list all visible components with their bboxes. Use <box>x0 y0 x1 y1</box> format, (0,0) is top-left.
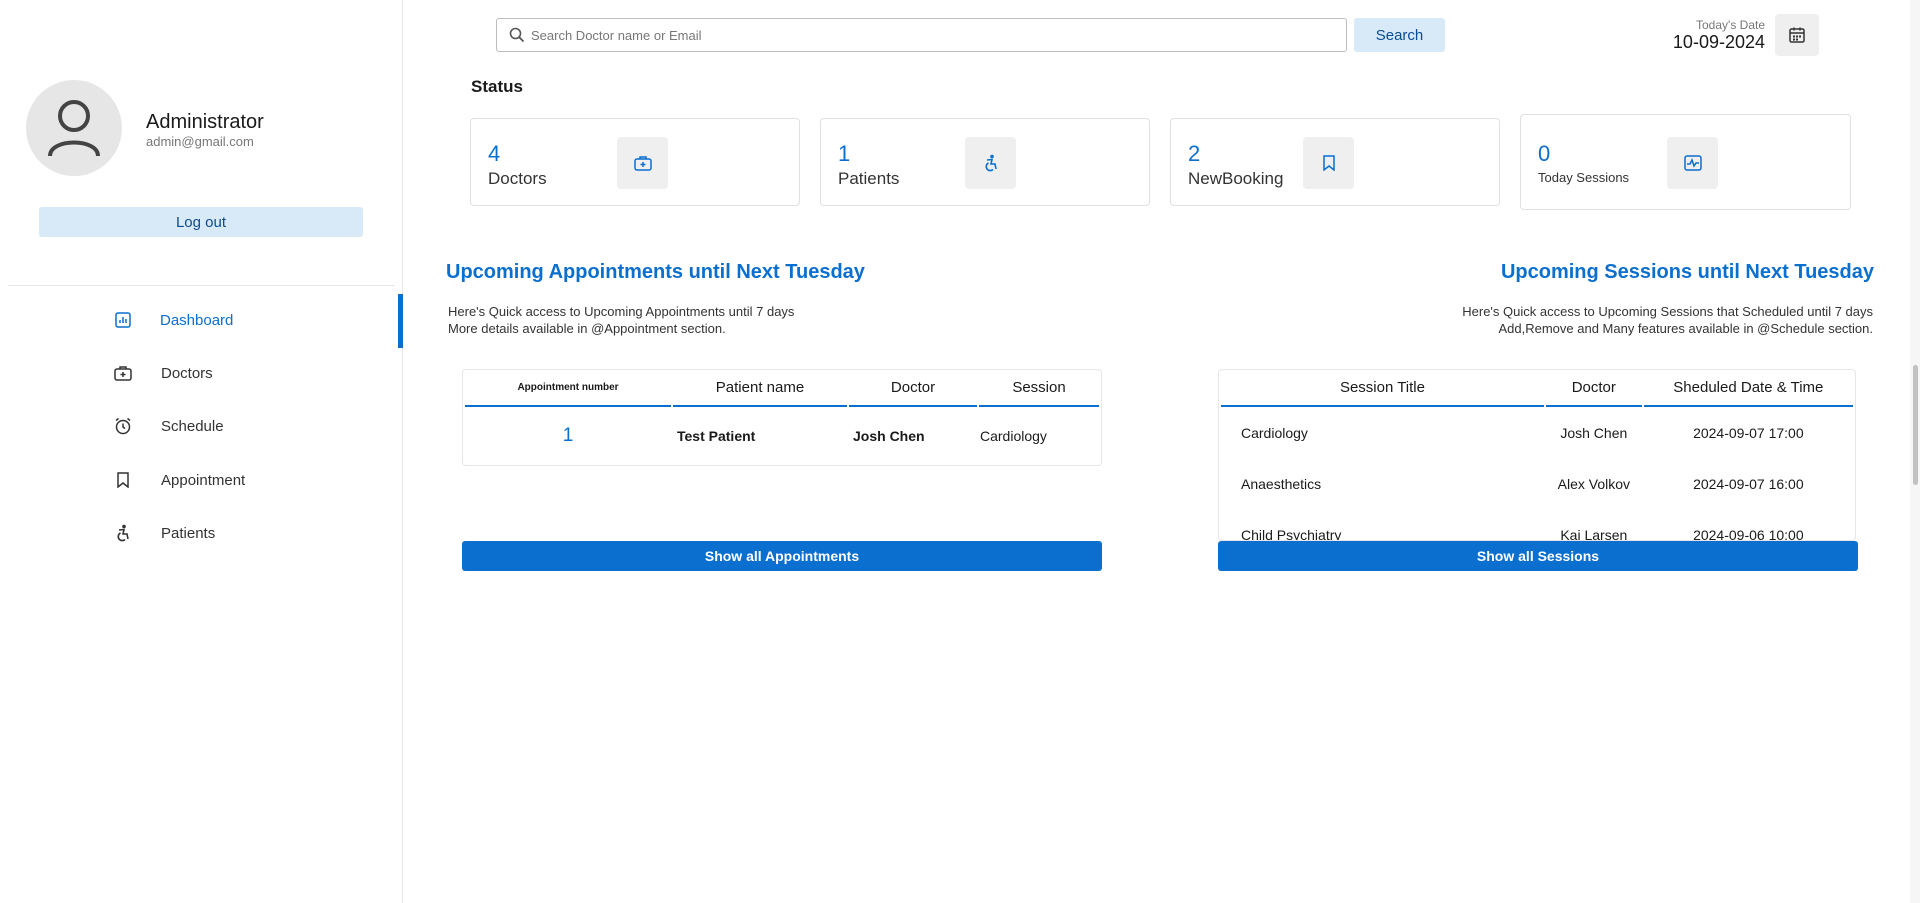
column-header: Patient name <box>673 370 847 407</box>
sessions-table[interactable]: Session Title Doctor Sheduled Date & Tim… <box>1218 369 1856 541</box>
stat-label: NewBooking <box>1188 169 1284 188</box>
sidebar-item-label: Appointment <box>161 471 246 489</box>
session-datetime: 2024-09-06 10:00 <box>1693 526 1804 541</box>
session-title: Child Psychiatry <box>1241 526 1342 541</box>
column-header: Doctor <box>849 370 977 407</box>
stat-card-patients[interactable]: 1 Patients <box>820 118 1150 206</box>
appointments-title: Upcoming Appointments until Next Tuesday <box>446 261 865 283</box>
stat-count: 0 <box>1538 141 1551 166</box>
date-value: 10-09-2024 <box>1672 32 1765 52</box>
column-header: Session <box>979 370 1099 407</box>
stat-label: Doctors <box>488 169 547 188</box>
session-title: Cardiology <box>1241 424 1308 441</box>
table-row: Cardiology Josh Chen 2024-09-07 17:00 <box>1221 407 1853 458</box>
appointments-desc-line2: More details available in @Appointment s… <box>448 321 726 336</box>
sidebar-item-label: Patients <box>161 524 216 542</box>
alarm-clock-icon <box>113 416 133 436</box>
sidebar-divider <box>8 285 395 286</box>
table-row: Anaesthetics Alex Volkov 2024-09-07 16:0… <box>1221 458 1853 509</box>
stat-label: Today Sessions <box>1538 170 1630 185</box>
profile-email: admin@gmail.com <box>146 134 254 149</box>
sidebar-item-label: Schedule <box>161 417 224 435</box>
session-title: Anaesthetics <box>1241 475 1322 492</box>
sidebar-item-label: Dashboard <box>160 311 234 329</box>
user-icon <box>48 100 100 157</box>
sidebar-item-label: Doctors <box>161 364 213 382</box>
date-label: Today's Date <box>1696 18 1765 32</box>
calendar-button[interactable] <box>1775 14 1819 56</box>
doctor-name: Kai Larsen <box>1560 526 1628 541</box>
stat-count: 2 <box>1188 141 1201 166</box>
accessibility-icon <box>965 137 1016 189</box>
appointment-number: 1 <box>562 425 574 446</box>
stat-card-today-sessions[interactable]: 0 Today Sessions <box>1520 114 1851 210</box>
sidebar: Administrator admin@gmail.com Log out Da… <box>0 0 403 903</box>
sidebar-item-doctors[interactable]: Doctors <box>0 347 403 399</box>
stat-count: 1 <box>838 141 851 166</box>
sidebar-item-dashboard[interactable]: Dashboard <box>0 294 403 348</box>
appointments-desc-line1: Here's Quick access to Upcoming Appointm… <box>448 304 795 319</box>
avatar <box>26 80 122 176</box>
stat-card-doctors[interactable]: 4 Doctors <box>470 118 800 206</box>
stat-label: Patients <box>838 169 900 188</box>
profile-name: Administrator <box>146 111 264 133</box>
bookmark-icon <box>113 470 133 490</box>
sessions-desc-line1: Here's Quick access to Upcoming Sessions… <box>1462 304 1873 319</box>
sidebar-item-appointment[interactable]: Appointment <box>0 454 403 506</box>
doctor-name: Josh Chen <box>1560 424 1628 441</box>
sessions-desc-line2: Add,Remove and Many features available i… <box>1498 321 1873 336</box>
medical-kit-icon <box>617 137 668 189</box>
table-row: 1 Test Patient Josh Chen Cardiology <box>465 407 1099 465</box>
status-title: Status <box>471 77 523 96</box>
table-row: Child Psychiatry Kai Larsen 2024-09-06 1… <box>1221 509 1853 541</box>
search-input[interactable] <box>531 19 1331 51</box>
show-all-sessions-button[interactable]: Show all Sessions <box>1218 541 1858 571</box>
column-header: Session Title <box>1221 370 1544 407</box>
show-all-appointments-button[interactable]: Show all Appointments <box>462 541 1102 571</box>
bookmark-icon <box>1303 137 1354 189</box>
sidebar-item-patients[interactable]: Patients <box>0 507 403 559</box>
doctor-name: Josh Chen <box>853 428 925 444</box>
column-header: Sheduled Date & Time <box>1643 370 1853 407</box>
sessions-title: Upcoming Sessions until Next Tuesday <box>1500 261 1874 283</box>
logout-button[interactable]: Log out <box>39 207 363 237</box>
page-scrollbar[interactable] <box>1910 0 1920 903</box>
stat-card-newbooking[interactable]: 2 NewBooking <box>1170 118 1500 206</box>
scrollbar-thumb[interactable] <box>1913 365 1918 485</box>
session-datetime: 2024-09-07 16:00 <box>1693 475 1804 492</box>
session-name: Cardiology <box>980 428 1047 444</box>
dashboard-icon <box>113 310 133 330</box>
heart-monitor-icon <box>1667 137 1718 189</box>
accessibility-icon <box>113 523 133 543</box>
search-icon <box>509 27 525 43</box>
sessions-description: Here's Quick access to Upcoming Sessions… <box>1462 303 1873 337</box>
stat-count: 4 <box>488 141 501 166</box>
appointments-table: Appointment number Patient name Doctor S… <box>462 369 1102 466</box>
search-button[interactable]: Search <box>1354 18 1445 52</box>
column-header: Doctor <box>1545 370 1642 407</box>
calendar-icon <box>1789 27 1805 43</box>
doctor-name: Alex Volkov <box>1557 475 1630 492</box>
patient-name: Test Patient <box>677 428 756 444</box>
session-datetime: 2024-09-07 17:00 <box>1693 424 1804 441</box>
appointments-description: Here's Quick access to Upcoming Appointm… <box>448 303 794 337</box>
search-box <box>496 18 1347 52</box>
column-header: Appointment number <box>465 370 671 407</box>
medical-kit-icon <box>113 363 133 383</box>
sidebar-item-schedule[interactable]: Schedule <box>0 400 403 452</box>
